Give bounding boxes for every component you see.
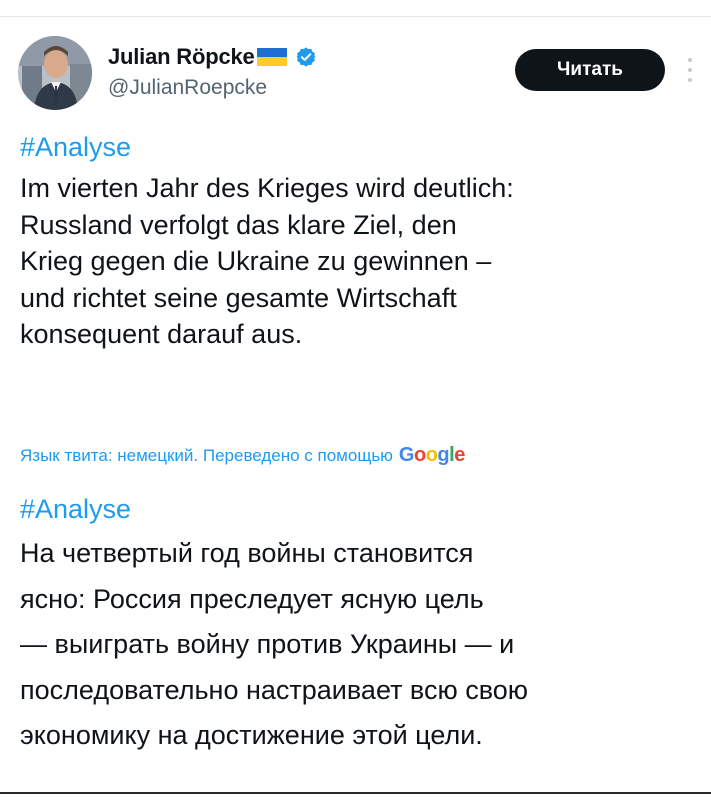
avatar-photo-icon <box>18 36 92 110</box>
translated-text-line: последовательно настраивает всю свою <box>20 674 529 705</box>
translation-note[interactable]: Язык твита: немецкий. Переведено с помощ… <box>20 444 465 467</box>
tweet-text-line: konsequent darauf aus. <box>20 319 303 349</box>
tweet-card: Julian Röpcke @JulianRoepcke Читать #Ana… <box>0 0 711 800</box>
translated-text-line: ясно: Россия преследует ясную цель <box>20 583 484 614</box>
tweet-text-line: Im vierten Jahr des Krieges wird deutlic… <box>20 173 514 203</box>
read-button[interactable]: Читать <box>515 49 665 91</box>
author-display-name[interactable]: Julian Röpcke <box>108 44 255 70</box>
top-divider <box>0 0 711 17</box>
tweet-text-line: und richtet seine gesamte Wirtschaft <box>20 282 457 313</box>
tweet-text-line: Russland verfolgt das klare Ziel, den <box>20 209 457 240</box>
translated-text-line: экономику на достижение этой цели. <box>20 720 483 750</box>
tweet-header: Julian Röpcke @JulianRoepcke Читать <box>18 36 698 116</box>
name-row: Julian Röpcke <box>108 42 317 72</box>
translated-text-line: — выиграть войну против Украины — и <box>20 629 515 659</box>
bottom-divider <box>0 792 711 800</box>
avatar[interactable] <box>18 36 92 110</box>
google-logo: Google <box>398 444 465 466</box>
hashtag-link[interactable]: #Analyse <box>20 132 131 163</box>
more-vertical-icon[interactable] <box>684 54 696 86</box>
tweet-text: Im vierten Jahr des Krieges wird deutlic… <box>20 170 680 353</box>
translation-note-label: Язык твита: немецкий. Переведено с помощ… <box>20 445 393 465</box>
author-handle[interactable]: @JulianRoepcke <box>108 76 317 100</box>
verified-badge-icon <box>295 47 316 67</box>
ukraine-flag-icon <box>256 48 287 66</box>
translated-text: На четвертый год войны становится ясно: … <box>20 531 690 759</box>
translated-text-line: На четвертый год войны становится <box>20 538 474 568</box>
tweet-text-line: Krieg gegen die Ukraine zu gewinnen – <box>20 246 492 276</box>
author-info: Julian Röpcke @JulianRoepcke <box>108 42 317 100</box>
translated-hashtag-link[interactable]: #Analyse <box>20 494 131 525</box>
